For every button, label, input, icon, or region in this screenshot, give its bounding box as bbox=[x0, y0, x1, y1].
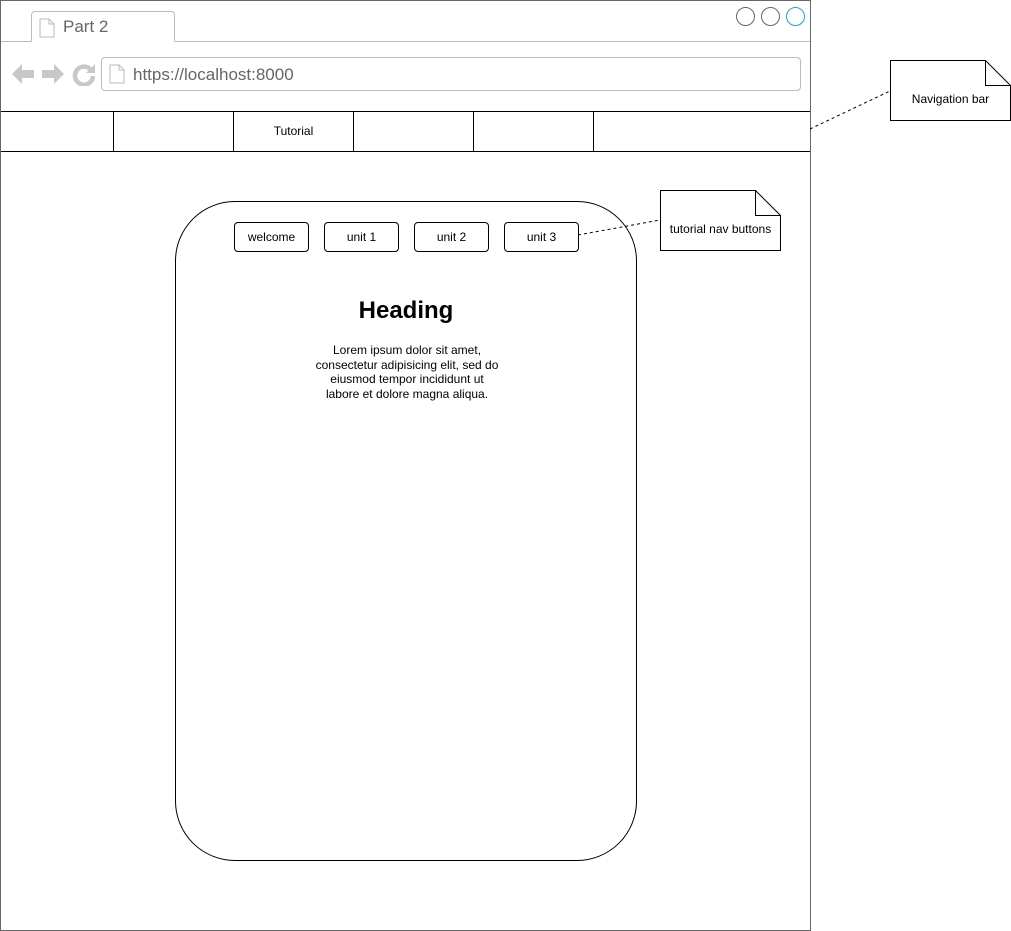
nav-item-tutorial[interactable]: Tutorial bbox=[234, 112, 354, 151]
card-heading: Heading bbox=[358, 297, 454, 324]
page-icon bbox=[39, 18, 55, 38]
reload-icon[interactable] bbox=[72, 62, 96, 86]
nav-item-2[interactable] bbox=[114, 112, 234, 151]
browser-tab[interactable]: Part 2 bbox=[31, 11, 175, 42]
note-shape bbox=[890, 60, 1011, 121]
nav-item-5[interactable] bbox=[474, 112, 594, 151]
tab-strip: Part 2 bbox=[1, 1, 810, 42]
address-bar[interactable]: https://localhost:8000 bbox=[101, 57, 801, 91]
window-minimize-button[interactable] bbox=[736, 7, 755, 26]
tutorial-nav-buttons-note: tutorial nav buttons bbox=[660, 190, 781, 251]
tab-title: Part 2 bbox=[63, 17, 109, 36]
unit-3-button[interactable]: unit 3 bbox=[504, 222, 579, 252]
nav-item-1[interactable] bbox=[1, 112, 114, 151]
url-text: https://localhost:8000 bbox=[133, 65, 294, 84]
browser-window: Part 2 https://localhost:8000 Tutorial w… bbox=[0, 0, 811, 931]
navigation-bar-note: Navigation bar bbox=[890, 60, 1011, 121]
window-close-button[interactable] bbox=[786, 7, 805, 26]
unit-1-button[interactable]: unit 1 bbox=[324, 222, 399, 252]
navigation-bar-label: Navigation bar bbox=[911, 92, 990, 106]
site-navigation-bar: Tutorial bbox=[1, 111, 810, 152]
diagram-canvas: Part 2 https://localhost:8000 Tutorial w… bbox=[0, 0, 1011, 931]
page-icon bbox=[109, 64, 125, 84]
note-shape bbox=[660, 190, 781, 251]
navigation-bar-connector bbox=[809, 90, 891, 130]
forward-arrow-icon[interactable] bbox=[41, 62, 65, 86]
tutorial-card: welcome unit 1 unit 2 unit 3 Heading Lor… bbox=[175, 201, 637, 861]
nav-item-4[interactable] bbox=[354, 112, 474, 151]
card-body-text: Lorem ipsum dolor sit amet, consectetur … bbox=[315, 343, 499, 401]
unit-2-button[interactable]: unit 2 bbox=[414, 222, 489, 252]
back-arrow-icon[interactable] bbox=[11, 62, 35, 86]
tutorial-nav-buttons-label: tutorial nav buttons bbox=[669, 222, 772, 236]
nav-item-6[interactable] bbox=[594, 112, 810, 151]
browser-toolbar: https://localhost:8000 bbox=[1, 42, 810, 111]
window-maximize-button[interactable] bbox=[761, 7, 780, 26]
welcome-button[interactable]: welcome bbox=[234, 222, 309, 252]
